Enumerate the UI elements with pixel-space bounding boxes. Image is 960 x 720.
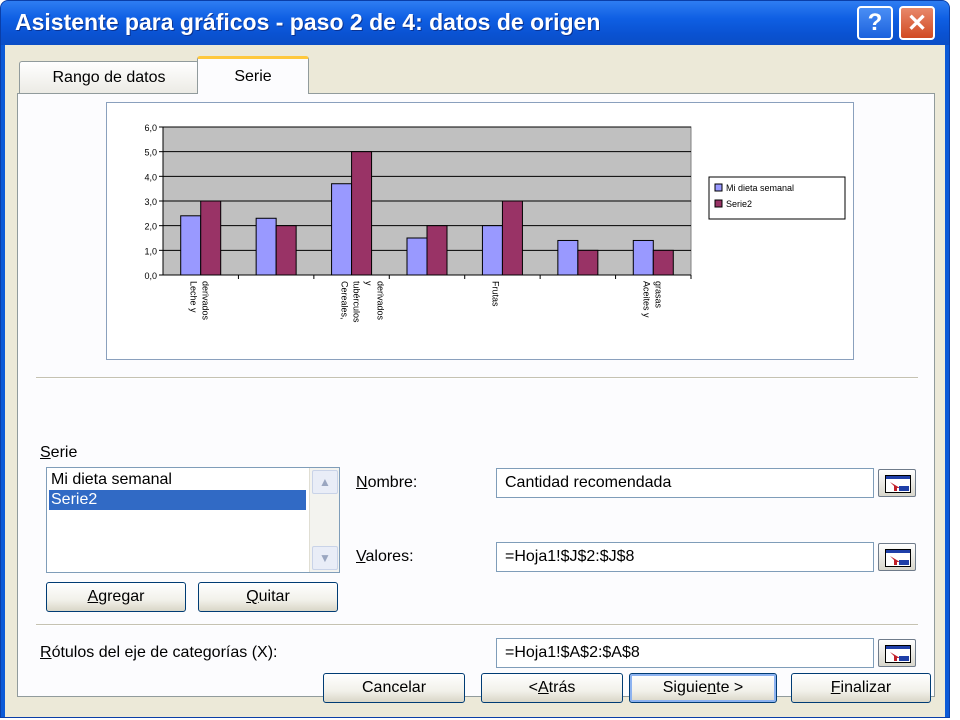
valores-field[interactable]: =Hoja1!$J$2:$J$8 (496, 542, 874, 572)
range-select-icon (885, 475, 911, 493)
chart-wizard-dialog: Asistente para gráficos - paso 2 de 4: d… (0, 0, 950, 718)
nombre-label: Nombre: (356, 474, 418, 491)
rotulos-label: Rótulos del eje de categorías (X): (40, 644, 278, 661)
tab-serie[interactable]: Serie (197, 56, 309, 94)
bar-series1 (406, 237, 428, 276)
nombre-field[interactable]: Cantidad recomendada (496, 468, 874, 498)
listbox-scrollbar[interactable]: ▲ ▼ (309, 468, 339, 572)
dialog-title: Asistente para gráficos - paso 2 de 4: d… (15, 9, 601, 35)
bar-series2 (577, 249, 599, 276)
range-select-icon (885, 645, 911, 663)
tab-rango-de-datos[interactable]: Rango de datos (19, 61, 199, 93)
bar-series1 (180, 215, 202, 276)
y-tick-label: 1,0 (144, 246, 157, 256)
help-button[interactable]: ? (857, 6, 893, 40)
close-icon: ✕ (906, 9, 928, 37)
dialog-client-area: Rango de datos Serie 0,0 1,0 2,0 3,0 4,0 5,0 6… (5, 45, 945, 717)
y-tick-label: 3,0 (144, 197, 157, 207)
chevron-down-icon: ▼ (319, 551, 331, 565)
bar-series2 (652, 249, 674, 276)
y-tick-label: 4,0 (144, 172, 157, 182)
help-icon: ? (867, 9, 883, 36)
x-tick-label: derivados (201, 281, 211, 321)
list-item-serie2[interactable]: Serie2 (49, 490, 306, 510)
bar-series1 (255, 217, 277, 276)
y-tick-label: 0,0 (144, 271, 157, 281)
atras-button[interactable]: < Atrás (481, 673, 623, 703)
bar-series1 (481, 225, 503, 276)
bar-series2 (351, 151, 373, 276)
cancelar-button[interactable]: Cancelar (323, 673, 465, 703)
serie-listbox[interactable]: Mi dieta semanal Serie2 ▲ ▼ (46, 467, 340, 573)
x-tick-label: Leche y (189, 281, 199, 313)
x-tick-label: y (364, 281, 374, 286)
separator-top (36, 377, 918, 379)
legend-label: Mi dieta semanal (726, 183, 794, 193)
chart-preview: 0,0 1,0 2,0 3,0 4,0 5,0 6,0 Leche y derivados Cer… (106, 102, 854, 360)
rotulos-collapse-button[interactable] (878, 639, 916, 667)
rotulos-field[interactable]: =Hoja1!$A$2:$A$8 (496, 638, 874, 668)
x-tick-label: Aceites y (641, 281, 651, 318)
finalizar-button[interactable]: Finalizar (791, 673, 931, 703)
legend-swatch (714, 183, 723, 192)
bar-series2 (200, 200, 222, 276)
y-tick-label: 6,0 (144, 123, 157, 133)
agregar-button[interactable]: Agregar (46, 582, 186, 612)
legend-swatch (714, 199, 723, 208)
x-tick-label: tubérculos (352, 281, 362, 323)
chart-svg: 0,01,02,03,04,05,06,0Leche y derivados Cer… (144, 123, 846, 323)
x-tick-label: Frutas (490, 281, 500, 307)
x-tick-label: Cereales, (340, 281, 350, 320)
x-tick-label: derivados (376, 281, 386, 321)
scroll-down-button[interactable]: ▼ (312, 546, 338, 570)
y-tick-label: 2,0 (144, 222, 157, 232)
bar-series2 (501, 200, 523, 276)
nombre-collapse-button[interactable] (878, 469, 916, 497)
bar-series1 (632, 239, 654, 276)
list-item-mi-dieta-semanal[interactable]: Mi dieta semanal (49, 470, 306, 490)
bar-series2 (275, 225, 297, 276)
serie-tab-panel: 0,0 1,0 2,0 3,0 4,0 5,0 6,0 Leche y derivados Cer… (17, 93, 935, 697)
siguiente-button[interactable]: Siguie n te > (629, 673, 777, 703)
bar-series1 (557, 239, 579, 276)
valores-collapse-button[interactable] (878, 543, 916, 571)
valores-label: Valores: (356, 548, 414, 565)
x-tick-label: grasas (653, 281, 663, 309)
scroll-up-button[interactable]: ▲ (312, 470, 338, 494)
quitar-button[interactable]: Quitar (198, 582, 338, 612)
bar-series2 (426, 225, 448, 276)
title-bar: Asistente para gráficos - paso 2 de 4: d… (1, 1, 949, 45)
chevron-up-icon: ▲ (319, 475, 331, 489)
legend-label: Serie2 (726, 199, 752, 209)
range-select-icon (885, 549, 911, 567)
bar-series1 (331, 183, 353, 276)
separator-bottom (36, 624, 918, 626)
y-tick-label: 5,0 (144, 148, 157, 158)
close-button[interactable]: ✕ (899, 6, 935, 40)
serie-label: Serie (40, 444, 78, 461)
